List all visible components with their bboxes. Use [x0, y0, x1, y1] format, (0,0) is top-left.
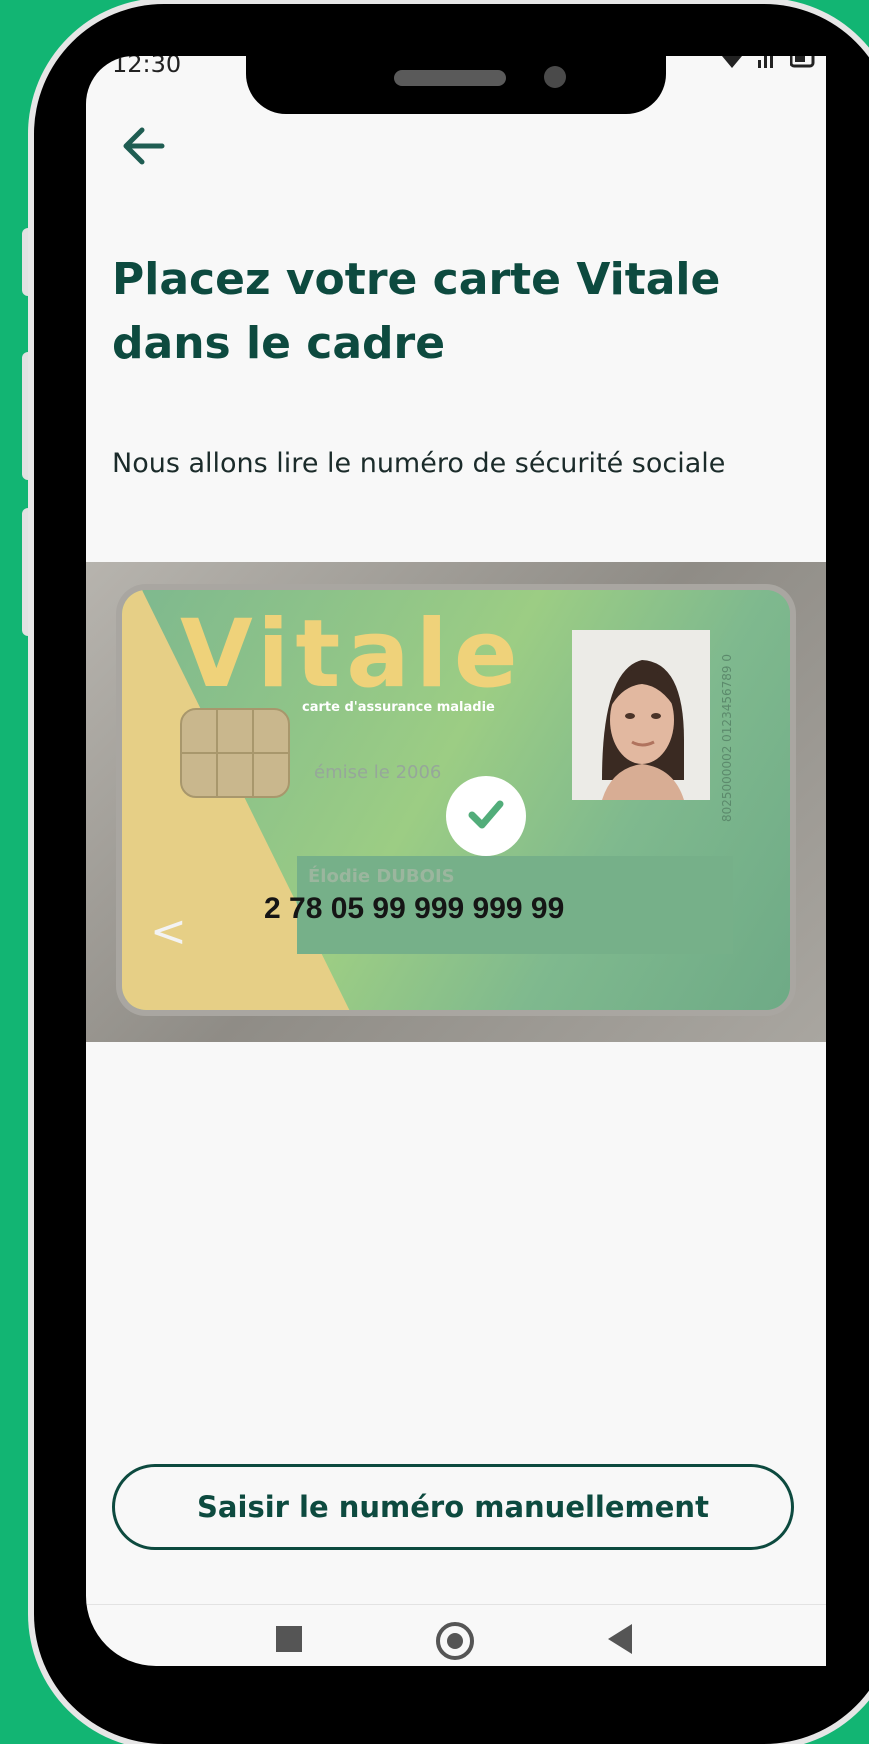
card-holder-name: Élodie DUBOIS [308, 866, 455, 887]
home-icon[interactable] [436, 1622, 474, 1660]
back-icon[interactable] [608, 1624, 632, 1654]
status-time: 12:30 [112, 56, 182, 78]
card-chevron: < [150, 906, 187, 957]
scan-success-badge [446, 776, 526, 856]
app-screen: 12:30 Placez votre carte Vitale dans le … [86, 56, 826, 1666]
vitale-card: Vitale carte d'assurance maladie émise l… [122, 590, 790, 1010]
phone-notch [246, 56, 666, 114]
page-subtitle: Nous allons lire le numéro de sécurité s… [112, 448, 726, 479]
check-icon [464, 792, 508, 840]
nav-divider [86, 1604, 826, 1605]
social-security-number: 2 78 05 99 999 999 99 [264, 892, 565, 925]
manual-entry-button[interactable]: Saisir le numéro manuellement [112, 1464, 794, 1550]
card-issued-date: émise le 2006 [314, 762, 442, 783]
vitale-logo: Vitale [180, 600, 524, 709]
battery-icon [789, 56, 816, 76]
card-vertical-number: 8025000002 0123456789 0 [720, 654, 734, 822]
front-camera [544, 66, 566, 88]
page-title: Placez votre carte Vitale dans le cadre [112, 254, 721, 369]
card-tagline: carte d'assurance maladie [302, 700, 495, 715]
back-button[interactable] [116, 118, 172, 174]
wifi-icon [719, 56, 757, 76]
camera-viewfinder: Vitale carte d'assurance maladie émise l… [86, 562, 826, 1042]
arrow-left-icon [116, 127, 172, 178]
card-chip [180, 708, 290, 798]
card-holder-photo [572, 630, 710, 800]
status-icons [719, 56, 816, 76]
recents-icon[interactable] [276, 1626, 302, 1652]
speaker-grille [394, 70, 506, 86]
system-nav-bar [86, 1622, 826, 1662]
signal-icon [756, 56, 790, 76]
